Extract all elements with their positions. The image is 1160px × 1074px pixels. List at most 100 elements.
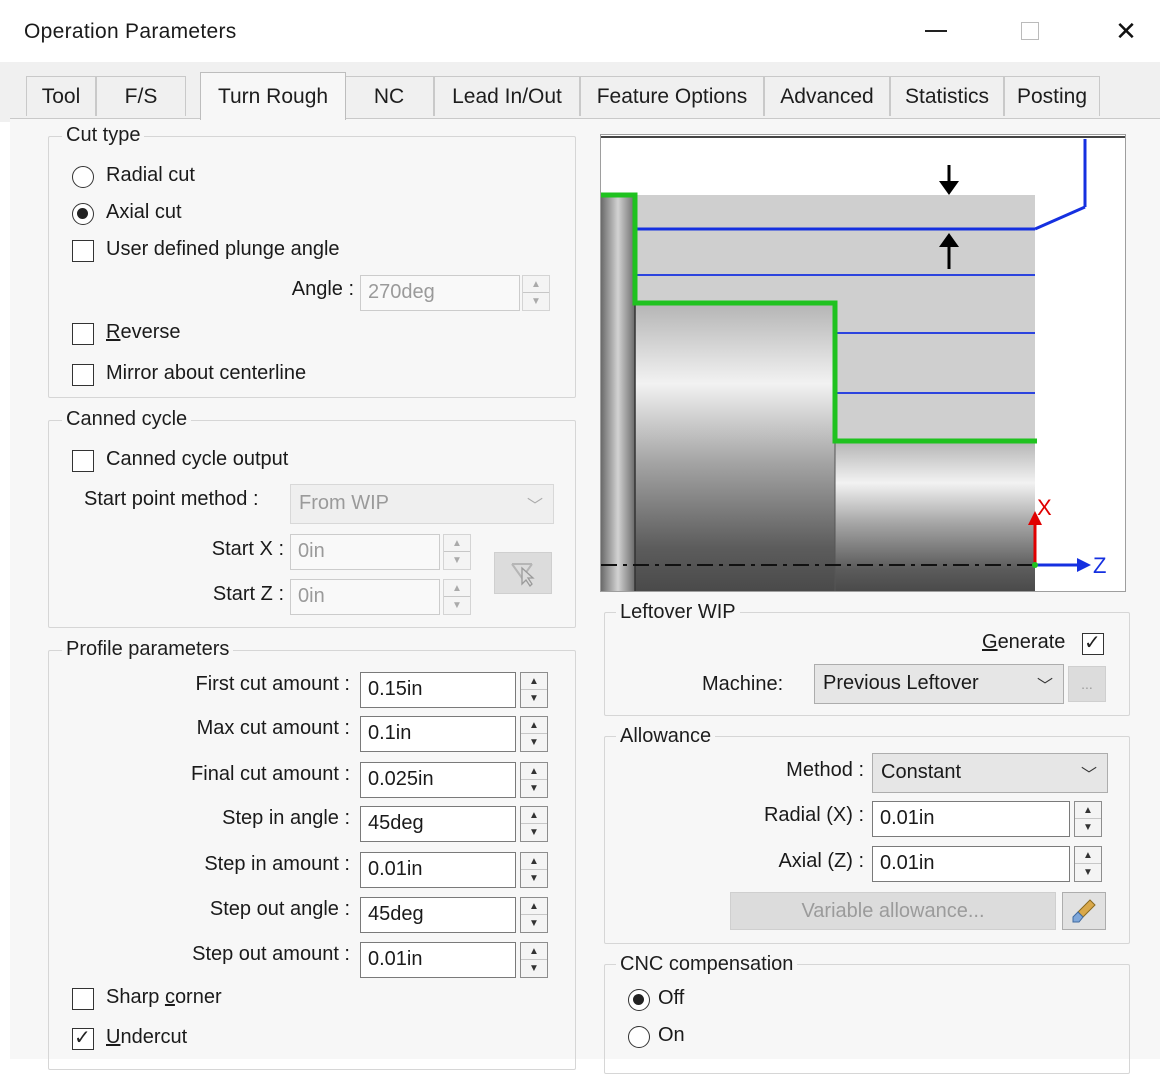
profile-row-spinner[interactable]: ▲ ▼ xyxy=(520,897,548,933)
cnc-off-label: Off xyxy=(658,987,685,1009)
spin-up-icon: ▲ xyxy=(444,580,470,597)
undercut-label: Undercut xyxy=(106,1026,188,1048)
spin-down-icon: ▼ xyxy=(1083,822,1093,833)
tab-lead-in-out[interactable]: Lead In/Out xyxy=(434,76,580,116)
axial-cut-radio[interactable] xyxy=(72,203,94,225)
axial-allowance-input[interactable]: 0.01in xyxy=(872,846,1070,882)
angle-input[interactable]: 270deg xyxy=(360,275,520,311)
reverse-checkbox[interactable] xyxy=(72,323,94,345)
spin-up-icon: ▲ xyxy=(521,673,547,690)
profile-row-label: Step out amount : xyxy=(192,943,350,965)
radial-cut-radio[interactable] xyxy=(72,166,94,188)
angle-label: Angle : xyxy=(291,278,354,300)
spin-up-icon: ▲ xyxy=(444,535,470,552)
spin-up-icon: ▲ xyxy=(1075,847,1101,864)
canned-cycle-output-checkbox[interactable] xyxy=(72,450,94,472)
angle-spinner[interactable]: ▲ ▼ xyxy=(522,275,550,311)
part-large-diameter xyxy=(635,303,835,591)
reverse-label-rest: everse xyxy=(120,321,181,343)
profile-row-label: Final cut amount : xyxy=(191,763,350,785)
cut-type-title: Cut type xyxy=(62,124,145,147)
mirror-checkbox[interactable] xyxy=(72,364,94,386)
profile-parameters-title: Profile parameters xyxy=(62,638,234,661)
x-axis-label: X xyxy=(1037,495,1052,520)
start-x-label: Start X : xyxy=(211,538,284,560)
profile-row-input[interactable]: 45deg xyxy=(360,806,516,842)
generate-label: Generate xyxy=(982,631,1066,653)
chevron-down-icon: ﹀ xyxy=(1036,678,1053,695)
eraser-button[interactable] xyxy=(1062,892,1106,930)
profile-row-spinner[interactable]: ▲ ▼ xyxy=(520,806,548,842)
maximize-button[interactable] xyxy=(1000,10,1060,52)
minimize-button[interactable] xyxy=(906,10,966,52)
pick-point-icon xyxy=(511,563,535,588)
cnc-on-radio[interactable] xyxy=(628,1026,650,1048)
start-z-spinner[interactable]: ▲ ▼ xyxy=(443,579,471,615)
machine-label: Machine: xyxy=(702,673,784,695)
cnc-off-radio[interactable] xyxy=(628,989,650,1011)
tab-advanced[interactable]: Advanced xyxy=(764,76,890,116)
profile-row-input[interactable]: 0.15in xyxy=(360,672,516,708)
tab-fs[interactable]: F/S xyxy=(96,76,186,116)
chevron-down-icon: ﹀ xyxy=(526,498,543,515)
profile-row-input[interactable]: 0.1in xyxy=(360,716,516,752)
start-x-input[interactable]: 0in xyxy=(290,534,440,570)
cnc-compensation-group xyxy=(604,964,1130,1074)
machine-browse-button[interactable]: ... xyxy=(1068,666,1106,702)
plunge-angle-label: User defined plunge angle xyxy=(106,238,340,260)
generate-checkbox[interactable] xyxy=(1082,630,1104,655)
profile-row-spinner[interactable]: ▲ ▼ xyxy=(520,762,548,798)
tab-nc[interactable]: NC xyxy=(344,76,434,116)
undercut-checkbox[interactable] xyxy=(72,1025,94,1050)
profile-row-label: First cut amount : xyxy=(195,673,351,695)
toolpath-retract xyxy=(1034,205,1086,231)
close-button[interactable]: ✕ xyxy=(1096,10,1156,52)
profile-row-spinner[interactable]: ▲ ▼ xyxy=(520,852,548,888)
spin-down-icon: ▼ xyxy=(529,918,539,929)
start-method-select[interactable]: From WIP ﹀ xyxy=(290,484,554,524)
spin-down-icon: ▼ xyxy=(529,963,539,974)
machine-select[interactable]: Previous Leftover ﹀ xyxy=(814,664,1064,704)
pick-point-button[interactable] xyxy=(494,552,552,594)
start-z-label: Start Z : xyxy=(212,583,284,605)
tab-feature-options[interactable]: Feature Options xyxy=(580,76,764,116)
profile-row-input[interactable]: 45deg xyxy=(360,897,516,933)
profile-row-spinner[interactable]: ▲ ▼ xyxy=(520,672,548,708)
origin-marker xyxy=(1032,562,1038,568)
axial-allowance-label: Axial (Z) : xyxy=(778,850,864,872)
machine-value: Previous Leftover xyxy=(823,672,979,694)
profile-row-input[interactable]: 0.01in xyxy=(360,852,516,888)
minimize-icon xyxy=(925,30,947,32)
variable-allowance-button[interactable]: Variable allowance... xyxy=(730,892,1056,930)
start-z-input[interactable]: 0in xyxy=(290,579,440,615)
axial-cut-label: Axial cut xyxy=(106,201,182,223)
spin-down-icon: ▼ xyxy=(529,693,539,704)
canned-cycle-output-label: Canned cycle output xyxy=(106,448,289,470)
maximize-icon xyxy=(1021,22,1039,40)
radial-allowance-spinner[interactable]: ▲ ▼ xyxy=(1074,801,1102,837)
spin-up-icon: ▲ xyxy=(523,276,549,293)
tab-statistics[interactable]: Statistics xyxy=(890,76,1004,116)
start-x-spinner[interactable]: ▲ ▼ xyxy=(443,534,471,570)
profile-row-label: Step out angle : xyxy=(209,898,350,920)
method-select[interactable]: Constant ﹀ xyxy=(872,753,1108,793)
tab-tool[interactable]: Tool xyxy=(26,76,96,116)
plunge-angle-checkbox[interactable] xyxy=(72,240,94,262)
profile-row-input[interactable]: 0.025in xyxy=(360,762,516,798)
method-value: Constant xyxy=(881,761,962,783)
tab-posting[interactable]: Posting xyxy=(1004,76,1100,116)
sharp-corner-checkbox[interactable] xyxy=(72,988,94,1010)
axial-allowance-spinner[interactable]: ▲ ▼ xyxy=(1074,846,1102,882)
profile-row-spinner[interactable]: ▲ ▼ xyxy=(520,716,548,752)
eraser-icon xyxy=(1072,899,1096,923)
chuck-face xyxy=(601,195,635,591)
profile-row-input[interactable]: 0.01in xyxy=(360,942,516,978)
z-axis-arrow-icon xyxy=(1077,558,1091,572)
cnc-compensation-title: CNC compensation xyxy=(616,953,798,976)
tab-turn-rough[interactable]: Turn Rough xyxy=(200,72,346,120)
profile-row-label: Max cut amount : xyxy=(196,717,350,739)
spin-down-icon: ▼ xyxy=(529,737,539,748)
radial-allowance-input[interactable]: 0.01in xyxy=(872,801,1070,837)
reverse-label: Reverse xyxy=(106,321,181,343)
profile-row-spinner[interactable]: ▲ ▼ xyxy=(520,942,548,978)
